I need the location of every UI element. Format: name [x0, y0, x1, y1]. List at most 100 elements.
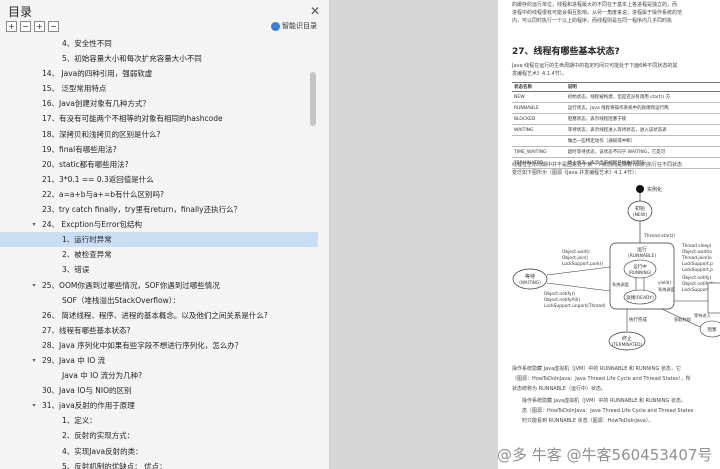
toc-item-label: 15、 泛型常用特点: [42, 84, 107, 94]
notify-calls: Object.notify()Object.notifyAll()LockSup…: [544, 291, 606, 309]
table-cell: TIME_WAITING: [512, 146, 566, 158]
text-line: 内，可以同时执行一个以上的程序，而线程则是在同一程序内几乎同时执: [512, 18, 673, 24]
instantiate-label: 实例化: [647, 186, 662, 193]
new-state-label: 初始: [635, 205, 645, 212]
toc-item[interactable]: 2、被检查异常: [0, 247, 318, 262]
toc-item-label: 16、Java创建对象有几种方式？: [42, 99, 150, 109]
toc-item-label: Java 中 IO 流分为几种?: [62, 371, 143, 381]
toc-scrollbar[interactable]: [310, 40, 316, 465]
close-icon[interactable]: ✕: [307, 4, 323, 18]
text-line: 进程中的线程很有可能会相互影响。从另一角度来说，进程属于操作系统的范: [512, 10, 683, 16]
toc-item[interactable]: 22、a=a+b与a+=b有什么区别吗?: [0, 187, 318, 202]
document-page: 的缓存的运行单位，线程和进程最大的不同在于基本上各进程是独立的，而 进程中的线程很…: [498, 0, 720, 469]
text-line: 发编程艺术》4.1.4节）。: [512, 71, 568, 77]
start-dot: [636, 185, 644, 193]
toc-item-label: 1、运行时异常: [62, 235, 112, 245]
toc-item[interactable]: Java 中 IO 流分为几种?: [0, 368, 318, 383]
expand-all-icon[interactable]: +: [6, 21, 17, 32]
table-row: 做出一些特定动作（通知或中断）: [512, 135, 720, 147]
blocked-label: 阻塞: [708, 326, 717, 333]
toc-item-label: 2、反射的实现方式：: [62, 431, 135, 441]
table-header-cell: 状态名称: [512, 82, 566, 92]
toc-item-label: 23、try catch finally，try里有return，finally…: [42, 205, 242, 215]
toc-item[interactable]: 19、final有哪些用法?: [0, 142, 318, 157]
call-label: LockSupport.park(): [562, 261, 603, 267]
toc-item[interactable]: 28、Java 序列化中如果有些字段不想进行序列化，怎么办？: [0, 338, 318, 353]
toc-item[interactable]: 26、 简述线程、程序、进程的基本概念。以及他们之间关系是什么?: [0, 308, 318, 323]
text-line: 操作系统隐藏 Java虚拟机（JVM）中的 RUNNABLE 和 RUNNING…: [522, 398, 686, 404]
toc-item-label: 19、final有哪些用法?: [42, 144, 117, 154]
text-line: 线程在生命周期中并不是固定处于某一个状态而是随着代码的执行在不同状态: [512, 162, 683, 168]
chevron-down-icon[interactable]: ▾: [30, 398, 38, 413]
toc-item[interactable]: SOF（堆栈溢出StackOverflow）：: [0, 293, 318, 308]
table-row: TIME_WAITING 超时等待状态，该状态不同于 WAITING，它是可: [512, 146, 720, 158]
chevron-down-icon[interactable]: ▾: [30, 353, 38, 368]
terminated-sub: (TERMINATED): [612, 342, 643, 347]
table-cell: NEW: [512, 91, 566, 103]
toc-item-label: 22、a=a+b与a+=b有什么区别吗?: [42, 189, 164, 199]
toc-item[interactable]: 16、Java创建对象有几种方式？: [0, 96, 318, 111]
expand-level-icon[interactable]: +: [34, 21, 45, 32]
toc-item-label: 5、初始容量大小和每次扩充容量大小不同: [62, 54, 202, 64]
table-cell: 做出一些特定动作（通知或中断）: [565, 135, 720, 147]
runnable-label: 运行: [637, 246, 647, 253]
toc-item[interactable]: 2、反射的实现方式：: [0, 428, 318, 443]
toc-item[interactable]: 3、错误: [0, 262, 318, 277]
toc-item[interactable]: 5、初始容量大小和每次扩充容量大小不同: [0, 51, 318, 66]
smart-toc-button[interactable]: 智能识目录: [271, 21, 317, 31]
call-label: LockSupport.unpark(Thread): [544, 303, 606, 309]
toc-title: 目录: [8, 5, 33, 19]
toc-item[interactable]: 15、 泛型常用特点: [0, 81, 318, 96]
toc-item-label: SOF（堆栈溢出StackOverflow）：: [62, 295, 180, 305]
toc-item-label: 26、 简述线程、程序、进程的基本概念。以及他们之间关系是什么?: [42, 310, 268, 320]
thread-state-table: 状态名称 说明 NEW 初始状态，线程被构建，但是还没有调用 start() 方 RU…: [512, 82, 720, 169]
wait-calls: Object.wait()Object.join()LockSupport.pa…: [562, 249, 603, 267]
text-line: 时只能看到 RUNNABLE 状态（图源：HowToDoInJava）。: [522, 418, 654, 424]
table-cell: 初始状态，线程被构建，但是还没有调用 start() 方: [565, 91, 720, 103]
text-line: （图源：HowToDoInJava：Java Thread Life Cycle…: [512, 376, 691, 382]
toc-item-label: 3、错误: [62, 265, 90, 275]
toc-item[interactable]: 5、反射机制的优缺点： 优点：: [0, 459, 318, 469]
toc-item-label: 25、OOM你遇到过哪些情况，SOF你遇到过哪些情况: [42, 280, 220, 290]
collapse-level-icon[interactable]: −: [48, 21, 59, 32]
toc-item[interactable]: 14、 Java的四种引用，强弱软虚: [0, 66, 318, 81]
chevron-down-icon[interactable]: ▾: [30, 217, 38, 232]
wait-lock-label: 等待进入: [694, 312, 712, 319]
toc-item-label: 1、定义：: [62, 416, 97, 426]
toc-item[interactable]: 4、实现Java反射的类：: [0, 444, 318, 459]
collapse-all-icon[interactable]: −: [20, 21, 31, 32]
toc-item[interactable]: 27、线程有哪些基本状态?: [0, 323, 318, 338]
toc-item[interactable]: 1、运行时异常: [0, 232, 318, 248]
table-row: WAITING 等待状态，表示线程进入等待状态，进入该状态表: [512, 124, 720, 136]
watermark: @多 牛客 @牛客560453407号: [497, 446, 713, 464]
toc-item[interactable]: ▾ 25、OOM你遇到过哪些情况，SOF你遇到过哪些情况: [0, 278, 318, 293]
toc-item[interactable]: 4、安全性不同: [0, 36, 318, 51]
table-row: BLOCKED 阻塞状态，表示线程阻塞于锁: [512, 113, 720, 125]
toc-item[interactable]: 23、try catch finally，try里有return，finally…: [0, 202, 318, 217]
text-line: 操作系统隐藏 Java虚拟机（JVM）中的 RUNNABLE 和 RUNNING…: [512, 366, 681, 372]
toc-item[interactable]: 21、3*0.1 == 0.3返回值是什么: [0, 172, 318, 187]
table-row: NEW 初始状态，线程被构建，但是还没有调用 start() 方: [512, 91, 720, 103]
toc-item[interactable]: 20、static都有哪些用法?: [0, 157, 318, 172]
terminated-label: 终止: [622, 335, 632, 342]
chevron-down-icon[interactable]: ▾: [30, 278, 38, 293]
call-label: Thread.join(lo: [681, 255, 712, 261]
toc-list: 4、安全性不同 5、初始容量大小和每次扩充容量大小不同 14、 Java的四种引用，…: [0, 36, 318, 469]
timed-waiting-node: [707, 282, 720, 314]
toc-item-label: 24、 Excption与Error包结构: [42, 220, 143, 230]
scrollbar-thumb[interactable]: [310, 72, 316, 126]
table-cell: RUNNABLE: [512, 102, 566, 114]
toc-item[interactable]: 17、有没有可能两个不相等的对象有相同的hashcode: [0, 111, 318, 126]
toc-item[interactable]: 30、Java IO与 NIO的区别: [0, 383, 318, 398]
text-line: 态（图源：HowToDoInJava：Java Thread Life Cycl…: [522, 408, 694, 414]
call-label: Thread.sleep(: [681, 243, 712, 249]
text-line: 变迁如下图所示（图源《Java 并发编程艺术》4.1.4节）：: [512, 170, 640, 176]
toc-item[interactable]: 1、定义：: [0, 413, 318, 428]
toc-item[interactable]: ▾ 31、java反射的作用于原理: [0, 398, 318, 413]
toc-item[interactable]: ▾ 24、 Excption与Error包结构: [0, 217, 318, 232]
toc-item[interactable]: 18、深拷贝和浅拷贝的区别是什么?: [0, 127, 318, 142]
table-cell: WAITING: [512, 124, 566, 136]
toc-item-label: 2、被检查异常: [62, 250, 112, 260]
call-label: Object.wait(lo: [682, 249, 712, 255]
toc-item[interactable]: ▾ 29、Java 中 IO 流: [0, 353, 318, 368]
